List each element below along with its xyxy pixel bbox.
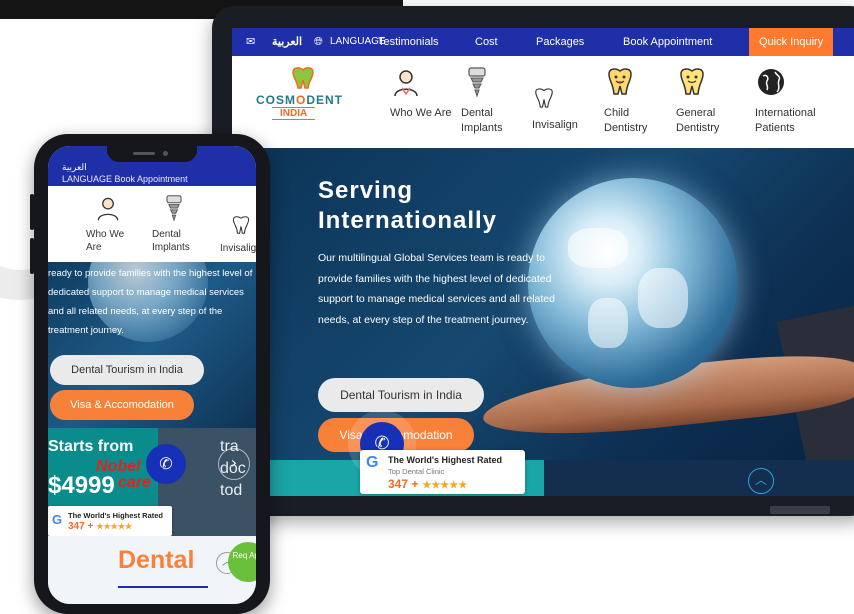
section-title: Dental bbox=[118, 546, 195, 574]
menu-label: Who We Are bbox=[86, 229, 125, 253]
aligner-icon bbox=[535, 88, 553, 108]
google-rating-badge[interactable]: G The World's Highest Rated 347 + ★★★★★ bbox=[48, 506, 172, 536]
child-tooth-icon bbox=[608, 68, 632, 95]
laptop-device: ✉ العربية 🌐︎ LANGUAGE Testimonials Cost … bbox=[212, 6, 854, 516]
main-menu: COSMODENT INDIA Who We Are Dental Implan… bbox=[232, 56, 854, 148]
phone-notch bbox=[107, 146, 197, 162]
visa-accomodation-button[interactable]: Visa & Accomodation bbox=[50, 390, 194, 420]
promo-brand-care: care bbox=[118, 474, 151, 491]
google-rating-badge[interactable]: G The World's Highest Rated Top Dental C… bbox=[360, 450, 525, 494]
logo-india: INDIA bbox=[272, 107, 316, 120]
call-button[interactable]: ✆ bbox=[146, 444, 186, 484]
star-rating-icon: ★★★★★ bbox=[422, 480, 468, 491]
menu-label: International Patients bbox=[755, 107, 816, 134]
arabic-language-link[interactable]: العربية bbox=[272, 28, 302, 56]
doctor-icon bbox=[97, 197, 119, 221]
badge-count: 347 + ★★★★★ bbox=[388, 477, 468, 491]
hero-banner: Serving Internationally Our multilingual… bbox=[232, 148, 854, 496]
menu-item-who-we-are[interactable]: Who We Are bbox=[390, 66, 460, 121]
menu-item-invisalign[interactable]: Invisalign bbox=[532, 86, 602, 133]
star-rating-icon: ★★★★★ bbox=[96, 522, 133, 531]
menu-label: Child Dentistry bbox=[604, 107, 648, 134]
quick-inquiry-button[interactable]: Quick Inquiry bbox=[749, 28, 834, 56]
badge-count: 347 + ★★★★★ bbox=[68, 521, 133, 532]
top-navigation: ✉ العربية 🌐︎ LANGUAGE Testimonials Cost … bbox=[232, 28, 854, 56]
phone-bottom-section: Dental ︿ Req App bbox=[48, 536, 256, 604]
scroll-to-top-button[interactable]: ︿ bbox=[748, 468, 774, 494]
menu-label: Dental Implants bbox=[461, 107, 503, 134]
implant-icon bbox=[166, 195, 182, 222]
dental-tourism-button[interactable]: Dental Tourism in India bbox=[50, 355, 204, 385]
menu-label: Invisalign bbox=[532, 119, 578, 131]
globe-small-icon: 🌐︎ bbox=[314, 36, 323, 48]
phone-screen: العربية LANGUAGE Book Appointment Who We… bbox=[48, 146, 256, 604]
nav-link-packages[interactable]: Packages bbox=[536, 28, 584, 56]
promo-starts-from: Starts from bbox=[48, 438, 134, 455]
phone-device: العربية LANGUAGE Book Appointment Who We… bbox=[30, 134, 270, 614]
menu-item-general-dentistry[interactable]: General Dentistry bbox=[676, 66, 746, 136]
arabic-language-link[interactable]: العربية bbox=[62, 162, 87, 173]
nav-link-testimonials[interactable]: Testimonials bbox=[378, 28, 439, 56]
menu-label: Dental Implants bbox=[152, 229, 190, 253]
mail-icon[interactable]: ✉ bbox=[246, 28, 255, 56]
next-arrow-icon[interactable]: › bbox=[218, 448, 250, 480]
menu-item-dental-implants[interactable]: Dental Implants bbox=[461, 66, 531, 136]
phone-language-row[interactable]: LANGUAGE Book Appointment bbox=[62, 174, 188, 184]
doctor-icon bbox=[394, 70, 418, 97]
menu-item-international-patients[interactable]: International Patients bbox=[755, 66, 835, 136]
badge-title: The World's Highest Rated bbox=[68, 511, 163, 520]
promo-price: $4999 bbox=[48, 472, 115, 499]
phone-main-menu: Who We Are Dental Implants Invisalign bbox=[48, 186, 256, 262]
globe-icon bbox=[758, 69, 784, 95]
request-appointment-button[interactable]: Req App bbox=[228, 542, 256, 582]
menu-label: Invisalign bbox=[220, 243, 256, 254]
nav-link-book-appointment[interactable]: Book Appointment bbox=[623, 28, 712, 56]
hero-description: Our multilingual Global Services team is… bbox=[318, 252, 555, 326]
aligner-icon bbox=[232, 216, 250, 234]
badge-subtitle: Top Dental Clinic bbox=[388, 467, 445, 476]
cosmodent-logo[interactable]: COSMODENT INDIA bbox=[254, 66, 354, 126]
dental-tourism-button[interactable]: Dental Tourism in India bbox=[318, 378, 484, 412]
menu-label: Who We Are bbox=[390, 107, 452, 119]
menu-item-dental-implants[interactable]: Dental Implants bbox=[152, 194, 202, 254]
menu-label: General Dentistry bbox=[676, 107, 720, 134]
google-icon: G bbox=[52, 512, 63, 527]
google-icon: G bbox=[366, 454, 379, 471]
logo-wordmark: COSMODENT bbox=[256, 93, 344, 107]
phone-hero-text: ready to provide families with the highe… bbox=[48, 268, 253, 336]
nav-link-cost[interactable]: Cost bbox=[475, 28, 498, 56]
menu-item-invisalign[interactable]: Invisalign bbox=[220, 214, 256, 255]
laptop-screen: ✉ العربية 🌐︎ LANGUAGE Testimonials Cost … bbox=[232, 28, 854, 496]
logo-tooth-icon bbox=[292, 67, 314, 89]
menu-item-child-dentistry[interactable]: Child Dentistry bbox=[604, 66, 674, 136]
laptop-base bbox=[770, 506, 830, 514]
badge-title: The World's Highest Rated bbox=[388, 455, 502, 465]
implant-icon bbox=[468, 67, 486, 98]
tooth-icon bbox=[680, 68, 704, 95]
hero-title: Serving Internationally bbox=[318, 177, 498, 234]
menu-item-who-we-are[interactable]: Who We Are bbox=[86, 194, 136, 254]
